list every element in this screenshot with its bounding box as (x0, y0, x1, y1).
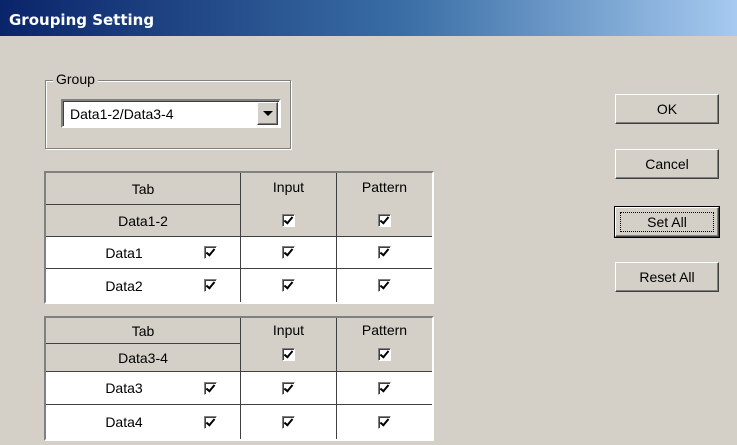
table-row: Data3 (46, 372, 240, 404)
group-pattern-checkbox-cell (337, 338, 432, 371)
cancel-button[interactable]: Cancel (615, 149, 719, 179)
table-row: Data1 (46, 237, 240, 268)
group-select[interactable]: Data1-2/Data3-4 (61, 99, 281, 128)
set-all-button[interactable]: Set All (614, 206, 720, 238)
tab-column-header: Tab (46, 173, 240, 204)
row-label: Data2 (105, 277, 143, 294)
ok-button[interactable]: OK (615, 94, 719, 124)
pattern-column-header: Pattern (337, 173, 432, 204)
group-input-checkbox-cell (241, 205, 336, 236)
divider (336, 173, 337, 302)
group-select-value: Data1-2/Data3-4 (70, 106, 174, 122)
divider (240, 173, 241, 302)
row-input-cell (241, 405, 336, 439)
row-input-checkbox[interactable] (282, 279, 295, 292)
divider (46, 404, 432, 405)
reset-all-button[interactable]: Reset All (615, 262, 719, 292)
group-row-label: Data1-2 (46, 205, 240, 236)
row-pattern-checkbox[interactable] (378, 381, 391, 395)
table-row: Data2 (46, 269, 240, 302)
grouping-setting-dialog: Grouping Setting Group Data1-2/Data3-4 O… (0, 0, 737, 445)
input-column-header: Input (241, 173, 336, 204)
group-box: Group Data1-2/Data3-4 (45, 71, 291, 149)
row-tab-checkbox[interactable] (204, 381, 217, 395)
chevron-down-icon (262, 111, 273, 116)
row-input-cell (241, 372, 336, 404)
row-input-cell (241, 269, 336, 302)
tab-column-header: Tab (46, 318, 240, 343)
row-pattern-cell (337, 269, 432, 302)
tab-table-1: Tab Input Pattern Data1-2 Data1 Data2 (44, 171, 434, 304)
row-input-cell (241, 237, 336, 268)
dropdown-button[interactable] (257, 102, 278, 125)
divider (336, 318, 337, 439)
table-row: Data4 (46, 405, 240, 439)
row-pattern-checkbox[interactable] (378, 279, 391, 292)
group-legend: Group (53, 71, 98, 87)
row-pattern-checkbox[interactable] (378, 246, 391, 259)
row-input-checkbox[interactable] (282, 381, 295, 395)
group-input-checkbox[interactable] (282, 214, 295, 227)
group-pattern-checkbox[interactable] (378, 214, 391, 227)
group-row-label: Data3-4 (46, 344, 240, 371)
row-tab-checkbox[interactable] (204, 415, 217, 429)
divider (46, 371, 432, 372)
divider (46, 204, 240, 205)
row-label: Data3 (105, 380, 143, 396)
window-title: Grouping Setting (0, 0, 737, 36)
divider (46, 268, 432, 269)
tab-table-2: Tab Input Pattern Data3-4 Data3 Data4 (44, 316, 434, 441)
row-input-checkbox[interactable] (282, 415, 295, 429)
set-all-label: Set All (620, 212, 714, 232)
row-pattern-checkbox[interactable] (378, 415, 391, 429)
group-pattern-checkbox-cell (337, 205, 432, 236)
row-label: Data1 (105, 244, 143, 261)
row-tab-checkbox[interactable] (204, 279, 217, 292)
row-pattern-cell (337, 405, 432, 439)
divider (240, 318, 241, 439)
group-input-checkbox[interactable] (282, 348, 295, 361)
row-pattern-cell (337, 237, 432, 268)
row-tab-checkbox[interactable] (204, 246, 217, 259)
row-input-checkbox[interactable] (282, 246, 295, 259)
divider (46, 236, 432, 237)
group-pattern-checkbox[interactable] (378, 348, 391, 361)
row-pattern-cell (337, 372, 432, 404)
row-label: Data4 (105, 414, 143, 430)
group-input-checkbox-cell (241, 338, 336, 371)
divider (46, 343, 240, 344)
